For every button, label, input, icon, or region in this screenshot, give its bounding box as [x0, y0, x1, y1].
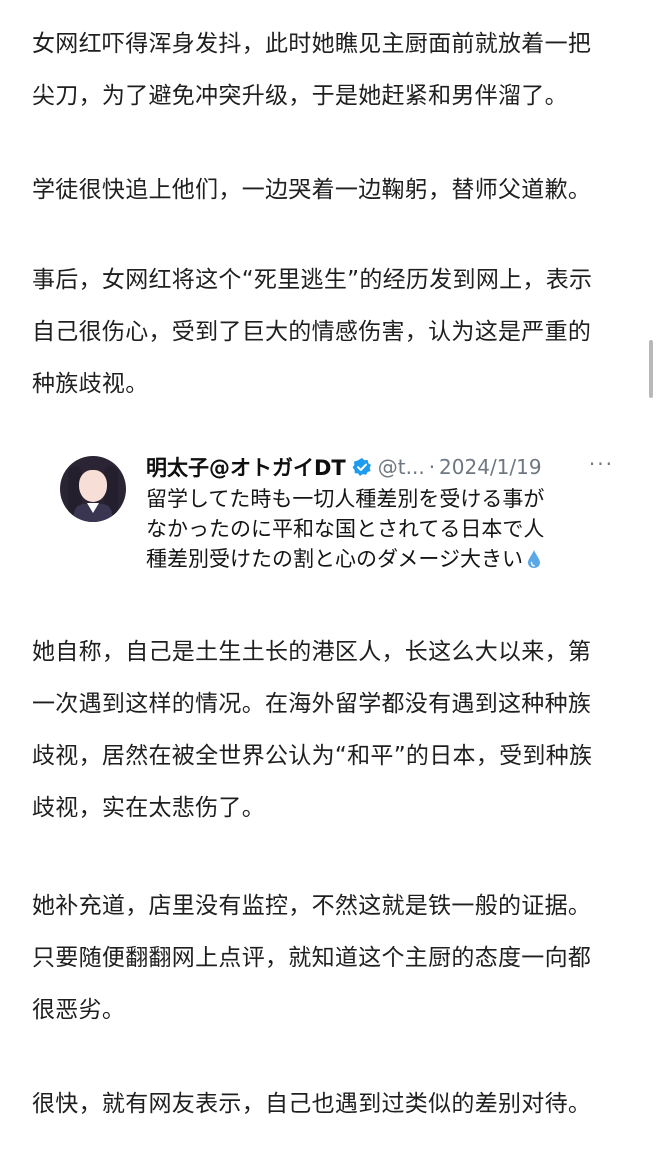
paragraph-1: 女网红吓得浑身发抖，此时她瞧见主厨面前就放着一把 尖刀，为了避免冲突升级，于是她…	[32, 18, 632, 122]
scrollbar[interactable]	[649, 340, 653, 398]
text-line: 很恶劣。	[32, 997, 126, 1023]
avatar[interactable]	[60, 456, 126, 522]
text-line: 学徒很快追上他们，一边哭着一边鞠躬，替师父道歉。	[32, 177, 592, 203]
text-line: 她自称，自己是土生土长的港区人，长这么大以来，第	[32, 639, 592, 665]
verified-badge-icon	[352, 457, 372, 477]
more-options-icon[interactable]: ···	[589, 452, 614, 476]
text-line: 一次遇到这样的情况。在海外留学都没有遇到这种种族	[32, 691, 592, 717]
embedded-tweet[interactable]: 明太子@オトガイDT @t... · 2024/1/19 ··· 留学してた時も…	[60, 452, 620, 582]
separator-dot: ·	[428, 455, 436, 479]
paragraph-4: 她自称，自己是土生土长的港区人，长这么大以来，第 一次遇到这样的情况。在海外留学…	[32, 626, 632, 834]
author-handle[interactable]: @t...	[378, 455, 425, 479]
text-line: 她补充道，店里没有监控，不然这就是铁一般的证据。	[32, 893, 592, 919]
tweet-text-line: 留学してた時も一切人種差別を受ける事が	[146, 487, 545, 511]
tweet-text-line: なかったのに平和な国とされてる日本で人	[146, 517, 545, 541]
droplet-icon	[527, 547, 541, 568]
text-line: 歧视，实在太悲伤了。	[32, 795, 265, 821]
text-line: 只要随便翻翻网上点评，就知道这个主厨的态度一向都	[32, 945, 592, 971]
tweet-text: 留学してた時も一切人種差別を受ける事が なかったのに平和な国とされてる日本で人 …	[146, 484, 626, 574]
paragraph-2: 学徒很快追上他们，一边哭着一边鞠躬，替师父道歉。	[32, 164, 632, 216]
text-line: 种族歧视。	[32, 371, 149, 397]
paragraph-6: 很快，就有网友表示，自己也遇到过类似的差别对待。	[32, 1078, 632, 1130]
text-line: 歧视，居然在被全世界公认为“和平”的日本，受到种族	[32, 743, 593, 769]
tweet-text-fragment: 種差別受けたの割と心のダメージ大きい	[146, 547, 523, 571]
text-line: 尖刀，为了避免冲突升级，于是她赶紧和男伴溜了。	[32, 83, 568, 109]
text-line: 事后，女网红将这个“死里逃生”的经历发到网上，表示	[32, 267, 593, 293]
text-line: 很快，就有网友表示，自己也遇到过类似的差别对待。	[32, 1091, 592, 1117]
author-name[interactable]: 明太子@オトガイDT	[146, 452, 346, 482]
tweet-header: 明太子@オトガイDT @t... · 2024/1/19	[146, 452, 626, 482]
tweet-text-line-last: 種差別受けたの割と心のダメージ大きい	[146, 544, 626, 574]
text-line: 自己很伤心，受到了巨大的情感伤害，认为这是严重的	[32, 319, 592, 345]
tweet-date[interactable]: 2024/1/19	[439, 455, 542, 479]
paragraph-3: 事后，女网红将这个“死里逃生”的经历发到网上，表示 自己很伤心，受到了巨大的情感…	[32, 254, 632, 410]
text-line: 女网红吓得浑身发抖，此时她瞧见主厨面前就放着一把	[32, 31, 592, 57]
paragraph-5: 她补充道，店里没有监控，不然这就是铁一般的证据。 只要随便翻翻网上点评，就知道这…	[32, 880, 632, 1036]
